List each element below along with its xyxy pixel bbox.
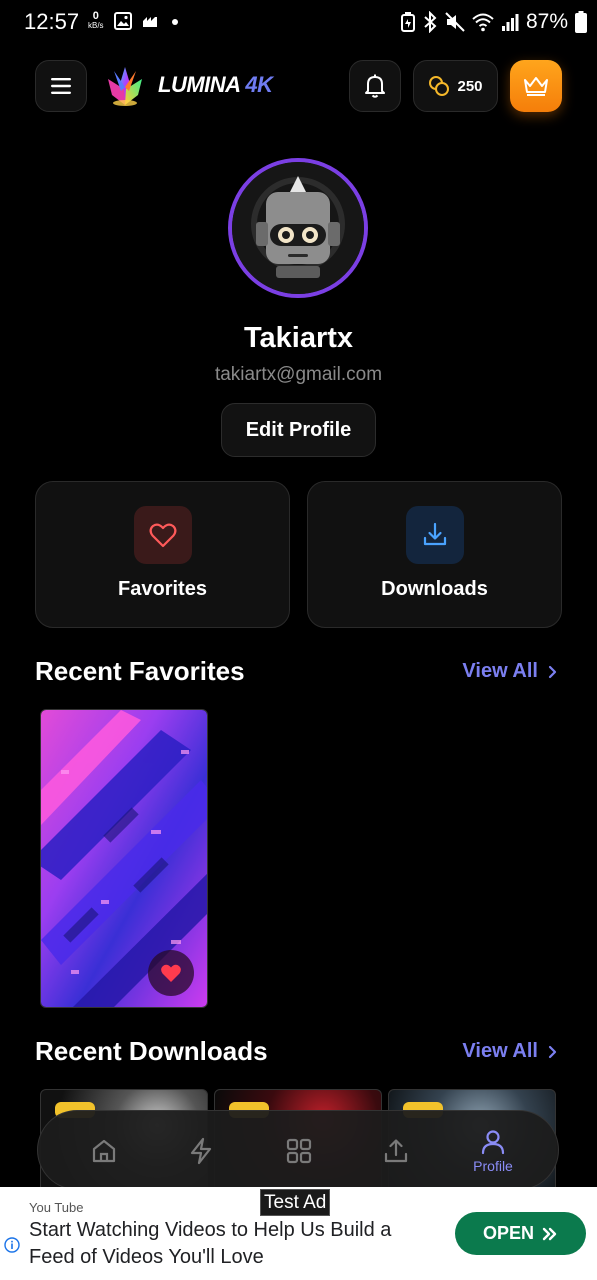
battery-percentage: 87%: [525, 10, 568, 33]
robot-avatar-icon: [232, 162, 364, 294]
favorites-card[interactable]: Favorites: [35, 481, 290, 628]
nav-categories[interactable]: [251, 1111, 347, 1191]
status-bar: 12:57 0 kB/s 87%: [0, 0, 597, 44]
profile-avatar[interactable]: [228, 158, 368, 298]
view-all-label: View All: [462, 1040, 538, 1062]
unfavorite-button[interactable]: [148, 950, 194, 996]
network-speed-value: 0: [92, 10, 99, 22]
view-all-label: View All: [462, 660, 538, 682]
profile-icon: [481, 1129, 505, 1154]
home-icon: [92, 1139, 116, 1163]
status-icons: 87%: [400, 10, 587, 34]
menu-icon: [51, 78, 71, 94]
notifications-button[interactable]: [349, 60, 401, 112]
favorites-card-label: Favorites: [118, 578, 207, 600]
grid-icon: [286, 1138, 312, 1164]
mute-icon: [445, 12, 465, 32]
coins-count: 250: [457, 77, 483, 95]
gallery-icon: [114, 12, 132, 30]
menu-button[interactable]: [35, 60, 87, 112]
ad-open-label: OPEN: [482, 1223, 534, 1243]
profile-email: takiartx@gmail.com: [214, 364, 383, 385]
downloads-card-label: Downloads: [381, 578, 488, 600]
nav-trending[interactable]: [153, 1111, 249, 1191]
bluetooth-icon: [424, 11, 437, 33]
battery-icon: [575, 11, 587, 33]
recent-downloads-title: Recent Downloads: [35, 1036, 268, 1066]
ad-open-button[interactable]: OPEN: [455, 1212, 586, 1255]
chevron-right-icon: [548, 665, 557, 678]
bell-icon: [365, 74, 385, 98]
coins-icon: [429, 76, 450, 96]
more-notifications-dot: [172, 19, 178, 25]
network-speed: 0 kB/s: [88, 10, 104, 31]
heart-filled-icon: [161, 964, 181, 982]
nav-profile-label: Profile: [473, 1157, 513, 1174]
recent-favorites-view-all[interactable]: View All: [462, 660, 557, 683]
coins-balance-button[interactable]: 250: [413, 60, 498, 112]
nav-home[interactable]: [56, 1111, 152, 1191]
edit-profile-button[interactable]: Edit Profile: [221, 403, 376, 457]
network-speed-unit: kB/s: [88, 21, 104, 30]
app-logo-icon: [108, 67, 142, 106]
recent-downloads-view-all[interactable]: View All: [462, 1040, 557, 1063]
premium-button[interactable]: [510, 60, 562, 112]
profile-username: Takiartx: [243, 322, 354, 354]
downloads-card-icon-box: [406, 506, 464, 564]
downloads-card[interactable]: Downloads: [307, 481, 562, 628]
wifi-icon: [472, 13, 494, 32]
bolt-icon: [190, 1137, 212, 1165]
test-ad-label: Test Ad: [260, 1189, 331, 1216]
brand-name: LUMINA: [158, 72, 240, 97]
brand-accent: 4K: [245, 72, 273, 97]
recent-favorites-title: Recent Favorites: [35, 656, 245, 686]
nav-upload[interactable]: [348, 1111, 444, 1191]
nav-profile[interactable]: Profile: [445, 1111, 541, 1191]
crown-icon: [524, 77, 548, 96]
battery-saver-icon: [400, 12, 415, 32]
app-screen: 12:57 0 kB/s 87% LUMINA 4K 250 Takiartx …: [0, 0, 597, 1280]
app-notification-icon: [143, 17, 157, 27]
bottom-navigation: Profile: [37, 1110, 559, 1190]
ad-source: You Tube: [29, 1200, 84, 1215]
heart-outline-icon: [149, 523, 177, 548]
upload-icon: [384, 1139, 408, 1163]
app-header: LUMINA 4K 250: [0, 60, 597, 114]
app-brand: LUMINA 4K: [158, 72, 273, 98]
download-icon: [423, 522, 447, 546]
ad-headline: Start Watching Videos to Help Us Build a…: [29, 1219, 392, 1268]
chevron-right-icon: [548, 1045, 557, 1058]
signal-icon: [501, 14, 519, 31]
status-time: 12:57: [24, 9, 80, 34]
double-chevron-right-icon: [542, 1227, 557, 1240]
ad-info-icon[interactable]: [4, 1237, 20, 1253]
favorites-card-icon-box: [134, 506, 192, 564]
